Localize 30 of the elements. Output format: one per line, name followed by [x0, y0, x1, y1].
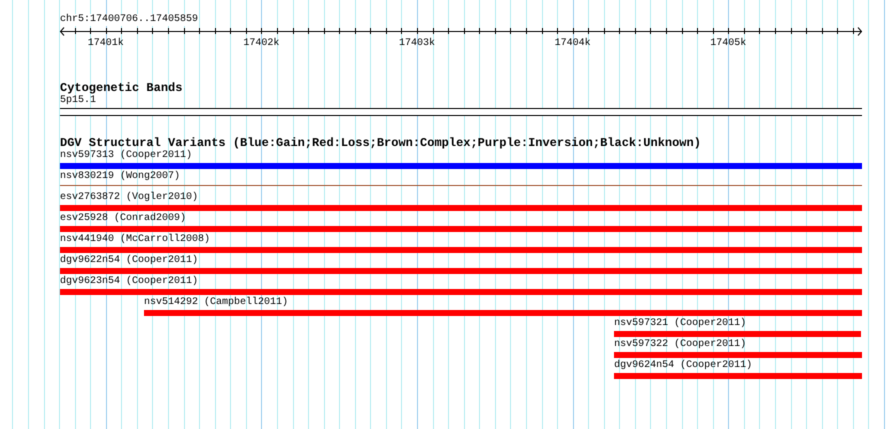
- variant-bar[interactable]: [144, 310, 862, 316]
- variant-bar[interactable]: [60, 226, 862, 232]
- tick-label: 17405k: [710, 38, 746, 49]
- variant-label: nsv597321 (Cooper2011): [614, 318, 746, 330]
- variant-bar[interactable]: [60, 268, 862, 274]
- variant-label: nsv514292 (Campbell2011): [144, 297, 288, 309]
- variant-label: esv25928 (Conrad2009): [60, 213, 186, 225]
- tick-label: 17404k: [554, 38, 591, 49]
- track-title: Cytogenetic Bands: [60, 82, 182, 95]
- tick-label: 17401k: [88, 38, 124, 49]
- location-label: chr5:17400706..17405859: [60, 14, 198, 26]
- variant-label: dgv9624n54 (Cooper2011): [614, 360, 752, 372]
- variant-label: nsv441940 (McCarroll2008): [60, 234, 210, 246]
- variant-label: nsv597322 (Cooper2011): [614, 339, 746, 351]
- variant-bar[interactable]: [614, 352, 862, 358]
- variant-bar[interactable]: [60, 247, 862, 253]
- variant-bar[interactable]: [60, 163, 862, 169]
- tick-label: 17402k: [243, 38, 280, 49]
- variant-bar[interactable]: [60, 205, 862, 211]
- band-label: 5p15.1: [60, 95, 96, 107]
- track-title: DGV Structural Variants (Blue:Gain;Red:Loss;Brown:Complex;Purple:Inversion;Black:Unknown): [60, 137, 701, 150]
- variant-label: nsv830219 (Wong2007): [60, 171, 180, 183]
- tick-label: 17403k: [399, 38, 436, 49]
- variant-bar[interactable]: [614, 373, 862, 379]
- variant-label: nsv597313 (Cooper2011): [60, 150, 192, 162]
- variant-label: esv2763872 (Vogler2010): [60, 192, 198, 204]
- variant-label: dgv9622n54 (Cooper2011): [60, 255, 198, 267]
- variant-label: dgv9623n54 (Cooper2011): [60, 276, 198, 288]
- variant-bar[interactable]: [60, 289, 862, 295]
- variant-bar[interactable]: [614, 331, 861, 337]
